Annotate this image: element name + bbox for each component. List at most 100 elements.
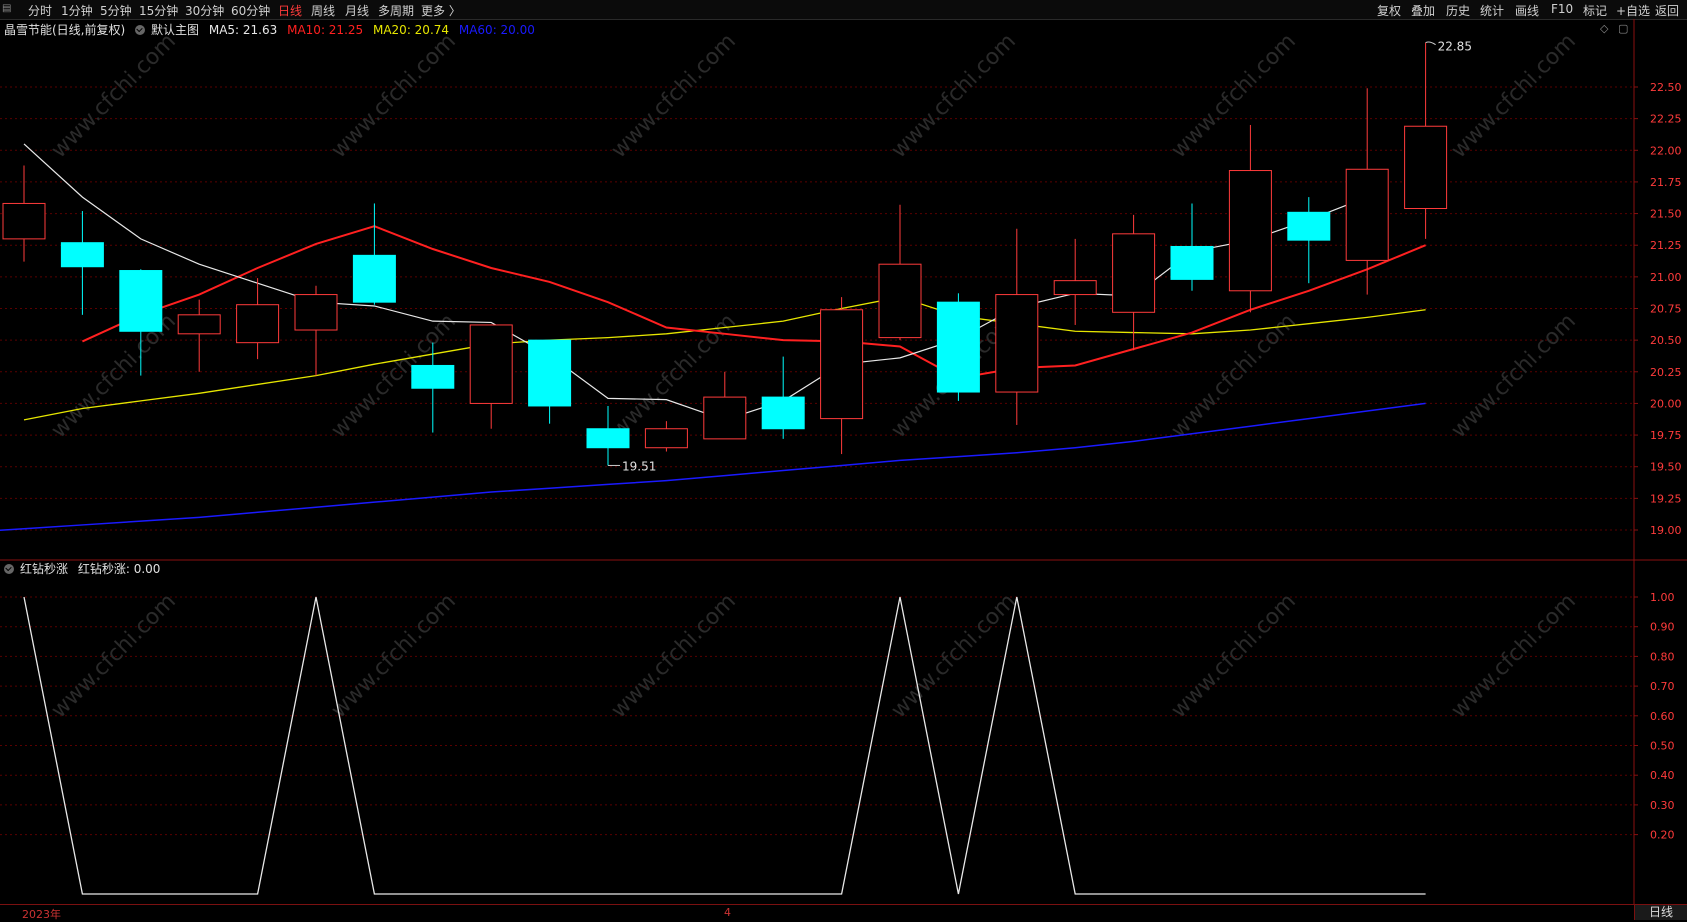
sub-tick-label: 0.90 — [1650, 621, 1675, 634]
candle-down — [119, 270, 163, 332]
month-label: 4 — [724, 906, 731, 919]
sub-tick-label: 0.40 — [1650, 769, 1675, 782]
sub-tick-label: 0.70 — [1650, 680, 1675, 693]
period-6[interactable]: 日线 — [278, 2, 302, 19]
main-tick-label: 22.25 — [1650, 113, 1682, 126]
main-tick-label: 22.50 — [1650, 81, 1682, 94]
period-9[interactable]: 多周期 — [378, 2, 414, 19]
main-tick-label: 19.00 — [1650, 524, 1682, 537]
period-3[interactable]: 15分钟 — [139, 2, 178, 19]
main-tick-label: 21.00 — [1650, 271, 1682, 284]
candle-down — [586, 428, 630, 449]
candle-up — [1112, 233, 1156, 313]
main-tick-label: 21.25 — [1650, 239, 1682, 252]
sub-tick-label: 1.00 — [1650, 591, 1675, 604]
window-icon[interactable]: ▢ — [1618, 22, 1628, 35]
date-axis: 2023年 4 日线 — [0, 904, 1687, 921]
candle-down — [936, 301, 980, 393]
tool-7[interactable]: +自选 — [1616, 2, 1650, 19]
period-8[interactable]: 月线 — [345, 2, 369, 19]
period-2[interactable]: 5分钟 — [100, 2, 132, 19]
tool-4[interactable]: 画线 — [1515, 2, 1539, 19]
tool-1[interactable]: 叠加 — [1411, 2, 1435, 19]
template-name[interactable]: 默认主图 — [151, 23, 199, 37]
main-tick-label: 20.50 — [1650, 334, 1682, 347]
main-tick-label: 20.00 — [1650, 397, 1682, 410]
template-check-icon[interactable] — [135, 25, 146, 35]
period-10[interactable]: 更多 〉 — [421, 2, 461, 19]
sub-tick-label: 0.60 — [1650, 710, 1675, 723]
candle-up — [1228, 170, 1272, 292]
year-label: 2023年 — [22, 908, 61, 921]
watermark-text: www.cfchi.com — [887, 29, 1021, 163]
sub-tick-label: 0.50 — [1650, 740, 1675, 753]
main-tick-label: 20.25 — [1650, 366, 1682, 379]
tool-6[interactable]: 标记 — [1583, 2, 1607, 19]
tool-0[interactable]: 复权 — [1377, 2, 1401, 19]
main-tick-label: 21.50 — [1650, 208, 1682, 221]
watermark-text: www.cfchi.com — [1167, 309, 1301, 443]
candle-down — [1170, 245, 1214, 280]
watermark-text: www.cfchi.com — [1167, 29, 1301, 163]
ma10-value: MA10: 21.25 — [287, 23, 364, 37]
candle-up — [1053, 280, 1097, 296]
watermark-text: www.cfchi.com — [327, 29, 461, 163]
tool-3[interactable]: 统计 — [1480, 2, 1504, 19]
tool-8[interactable]: 返回 — [1655, 2, 1679, 19]
period-0[interactable]: 分时 — [28, 2, 52, 19]
candle-down — [60, 242, 104, 268]
high-marker-arrow — [1425, 41, 1436, 46]
candle-down — [528, 339, 572, 407]
ma5-value: MA5: 21.63 — [208, 23, 278, 37]
watermark-text: www.cfchi.com — [47, 29, 181, 163]
main-tick-label: 20.75 — [1650, 303, 1682, 316]
ma10-line — [81, 225, 1426, 380]
period-1[interactable]: 1分钟 — [61, 2, 93, 19]
corner-tools: ◇ ▢ — [1600, 22, 1628, 35]
stock-name[interactable]: 晶雪节能(日线,前复权) — [4, 23, 125, 37]
candle-up — [469, 324, 513, 404]
candle-up — [177, 314, 221, 335]
watermark-text: www.cfchi.com — [1447, 309, 1581, 443]
main-tick-label: 21.75 — [1650, 176, 1682, 189]
candle-down — [1287, 211, 1331, 241]
candle-up — [644, 428, 688, 449]
candle-down — [352, 254, 396, 303]
high-price-label: 22.85 — [1438, 40, 1472, 54]
indicator-value: 红钻秒涨: 0.00 — [77, 562, 161, 576]
indicator-name[interactable]: 红钻秒涨 — [20, 562, 68, 576]
period-toolbar: ▤ 分时 1分钟 5分钟 15分钟 30分钟 60分钟 日线 周线 月线 多周期 更多 〉 复权 叠加历… — [0, 0, 1687, 20]
sub-tick-label: 0.80 — [1650, 650, 1675, 663]
tool-2[interactable]: 历史 — [1446, 2, 1470, 19]
period-5[interactable]: 60分钟 — [231, 2, 270, 19]
sub-legend: 红钻秒涨 红钻秒涨: 0.00 — [4, 560, 166, 577]
watermark-text: www.cfchi.com — [607, 29, 741, 163]
sub-tick-label: 0.20 — [1650, 829, 1675, 842]
diamond-icon[interactable]: ◇ — [1600, 22, 1608, 35]
menu-icon[interactable]: ▤ — [2, 3, 14, 15]
period-7[interactable]: 周线 — [311, 2, 335, 19]
main-tick-label: 19.75 — [1650, 429, 1682, 442]
kline-chart[interactable]: 19.00 19.25 19.50 19.75 20.00 20.25 20.50 20.75… — [0, 19, 1687, 904]
candle-up — [1404, 125, 1448, 210]
ma20-value: MA20: 20.74 — [372, 23, 450, 37]
candle-up — [703, 396, 747, 440]
candle-up — [820, 309, 864, 420]
low-price-label: 19.51 — [622, 459, 656, 473]
candle-up — [294, 294, 338, 331]
candle-up — [1345, 168, 1389, 261]
main-tick-label: 19.50 — [1650, 461, 1682, 474]
main-tick-label: 19.25 — [1650, 492, 1682, 505]
indicator-check-icon[interactable] — [4, 564, 14, 574]
main-tick-label: 22.00 — [1650, 144, 1682, 157]
candle-up — [878, 263, 922, 339]
candle-down — [411, 364, 455, 389]
period-4[interactable]: 30分钟 — [185, 2, 224, 19]
main-legend: 晶雪节能(日线,前复权) 默认主图 MA5: 21.63 MA10: 21.25… — [4, 21, 541, 38]
candle-down — [761, 396, 805, 430]
period-tab-daily[interactable]: 日线 — [1634, 905, 1687, 920]
ma60-value: MA60: 20.00 — [458, 23, 535, 37]
candle-up — [236, 304, 280, 344]
candle-up — [995, 294, 1039, 393]
tool-5[interactable]: F10 — [1551, 2, 1573, 16]
